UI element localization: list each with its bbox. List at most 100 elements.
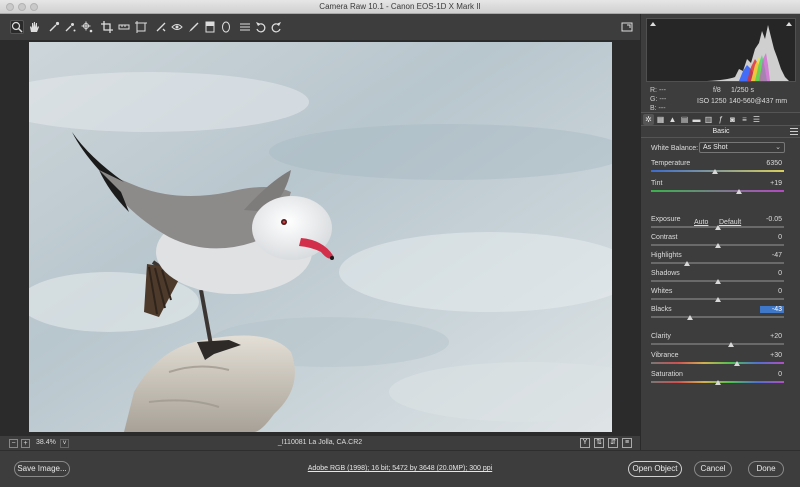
- status-bar: − + 38.4% ˅ _I110081 La Jolla, CA.CR2 Y …: [0, 436, 640, 450]
- temperature-label: Temperature: [651, 160, 691, 167]
- saturation-label: Saturation: [651, 371, 683, 378]
- highlights-value[interactable]: -47: [760, 252, 784, 259]
- shadow-clipping-icon[interactable]: [650, 22, 656, 26]
- adjustment-panel: R: --- G: --- B: --- f/8 1/250 s ISO 125…: [640, 14, 800, 450]
- zoom-tool-icon[interactable]: [10, 20, 24, 34]
- vibrance-value[interactable]: +30: [760, 352, 784, 359]
- temperature-slider[interactable]: Temperature 6350: [651, 160, 784, 176]
- blacks-slider[interactable]: Blacks -43: [651, 306, 784, 322]
- highlights-label: Highlights: [651, 252, 682, 259]
- open-object-button[interactable]: Open Object: [628, 461, 682, 477]
- whites-value[interactable]: 0: [760, 288, 784, 295]
- window-title: Camera Raw 10.1 - Canon EOS-1D X Mark II: [319, 2, 481, 11]
- panel-menu-icon[interactable]: [790, 128, 798, 135]
- rotate-cw-icon[interactable]: [269, 20, 283, 34]
- contrast-slider[interactable]: Contrast 0: [651, 234, 784, 250]
- rgb-readout-r: R: ---: [650, 87, 666, 94]
- highlights-slider[interactable]: Highlights -47: [651, 252, 784, 268]
- tint-track[interactable]: [651, 190, 784, 192]
- footer: Save Image... Adobe RGB (1998); 16 bit; …: [0, 450, 800, 487]
- saturation-slider[interactable]: Saturation 0: [651, 371, 784, 387]
- done-button[interactable]: Done: [748, 461, 784, 477]
- file-name: _I110081 La Jolla, CA.CR2: [277, 439, 363, 446]
- exposure-thumb[interactable]: [714, 225, 721, 230]
- radial-filter-icon[interactable]: [219, 20, 233, 34]
- blacks-thumb[interactable]: [686, 315, 693, 320]
- transform-tool-icon[interactable]: [134, 20, 148, 34]
- highlights-thumb[interactable]: [683, 261, 690, 266]
- graduated-filter-icon[interactable]: [203, 20, 217, 34]
- tint-slider[interactable]: Tint +19: [651, 180, 784, 196]
- presets-tab-icon[interactable]: ≡: [739, 114, 750, 125]
- rotate-ccw-icon[interactable]: [254, 20, 268, 34]
- cancel-button[interactable]: Cancel: [694, 461, 732, 477]
- saturation-value[interactable]: 0: [760, 371, 784, 378]
- shadows-slider[interactable]: Shadows 0: [651, 270, 784, 286]
- shadows-thumb[interactable]: [714, 279, 721, 284]
- saturation-thumb[interactable]: [714, 380, 721, 385]
- swap-settings-button[interactable]: ⇅: [594, 438, 604, 448]
- section-title-text: Basic: [712, 128, 730, 135]
- iso: ISO 1250: [697, 98, 727, 105]
- tone-curve-tab-icon[interactable]: ▦: [655, 114, 666, 125]
- highlight-clipping-icon[interactable]: [786, 22, 792, 26]
- aperture: f/8: [713, 87, 721, 94]
- shadows-label: Shadows: [651, 270, 680, 277]
- clarity-label: Clarity: [651, 333, 671, 340]
- detail-tab-icon[interactable]: ▲: [667, 114, 678, 125]
- exposure-label: Exposure: [651, 216, 681, 223]
- blacks-value[interactable]: -43: [760, 306, 784, 313]
- adjustment-brush-icon[interactable]: [187, 20, 201, 34]
- spot-removal-tool-icon[interactable]: [154, 20, 168, 34]
- snapshots-tab-icon[interactable]: ☰: [751, 114, 762, 125]
- whites-thumb[interactable]: [714, 297, 721, 302]
- highlights-track[interactable]: [651, 262, 784, 264]
- basic-tab-icon[interactable]: ✲: [643, 114, 654, 125]
- tint-thumb[interactable]: [735, 189, 742, 194]
- blacks-track[interactable]: [651, 316, 784, 318]
- contrast-thumb[interactable]: [714, 243, 721, 248]
- camera-calibration-tab-icon[interactable]: ◙: [727, 114, 738, 125]
- contrast-value[interactable]: 0: [760, 234, 784, 241]
- before-after-toggle-button[interactable]: Y: [580, 438, 590, 448]
- copy-settings-button[interactable]: ⇵: [608, 438, 618, 448]
- whites-label: Whites: [651, 288, 673, 295]
- red-eye-tool-icon[interactable]: [170, 20, 184, 34]
- exposure-slider[interactable]: Exposure -0.05: [651, 216, 784, 232]
- shadows-value[interactable]: 0: [760, 270, 784, 277]
- whites-slider[interactable]: Whites 0: [651, 288, 784, 304]
- title-bar: Camera Raw 10.1 - Canon EOS-1D X Mark II: [0, 0, 800, 14]
- white-balance-value: As Shot: [703, 144, 728, 151]
- clarity-thumb[interactable]: [727, 342, 734, 347]
- clarity-value[interactable]: +20: [760, 333, 784, 340]
- vibrance-thumb[interactable]: [734, 361, 741, 366]
- effects-tab-icon[interactable]: ƒ: [715, 114, 726, 125]
- vibrance-slider[interactable]: Vibrance +30: [651, 352, 784, 368]
- clarity-slider[interactable]: Clarity +20: [651, 333, 784, 349]
- preferences-icon[interactable]: [238, 20, 252, 34]
- temperature-value[interactable]: 6350: [760, 160, 784, 167]
- photo-preview[interactable]: [29, 42, 612, 432]
- exposure-value[interactable]: -0.05: [760, 216, 784, 223]
- color-sampler-tool-icon[interactable]: [63, 20, 77, 34]
- clarity-track[interactable]: [651, 343, 784, 345]
- histogram: [646, 18, 796, 82]
- preview-preferences-button[interactable]: ≡: [622, 438, 632, 448]
- panel-tabs: ✲ ▦ ▲ ▤ ▬ ▥ ƒ ◙ ≡ ☰: [641, 112, 800, 126]
- white-balance-dropdown[interactable]: As Shot ⌄: [699, 142, 785, 153]
- hand-tool-icon[interactable]: [27, 20, 41, 34]
- white-balance-tool-icon[interactable]: [47, 20, 61, 34]
- fullscreen-toggle-icon[interactable]: [620, 20, 634, 34]
- lens-corrections-tab-icon[interactable]: ▥: [703, 114, 714, 125]
- shutter-speed: 1/250 s: [731, 87, 754, 94]
- rgb-readout-g: G: ---: [650, 96, 667, 103]
- split-toning-tab-icon[interactable]: ▬: [691, 114, 702, 125]
- temperature-thumb[interactable]: [711, 169, 718, 174]
- targeted-adjustment-tool-icon[interactable]: [80, 20, 94, 34]
- straighten-tool-icon[interactable]: [117, 20, 131, 34]
- contrast-label: Contrast: [651, 234, 678, 241]
- vibrance-track[interactable]: [651, 362, 784, 364]
- hsl-tab-icon[interactable]: ▤: [679, 114, 690, 125]
- tint-value[interactable]: +19: [760, 180, 784, 187]
- crop-tool-icon[interactable]: [100, 20, 114, 34]
